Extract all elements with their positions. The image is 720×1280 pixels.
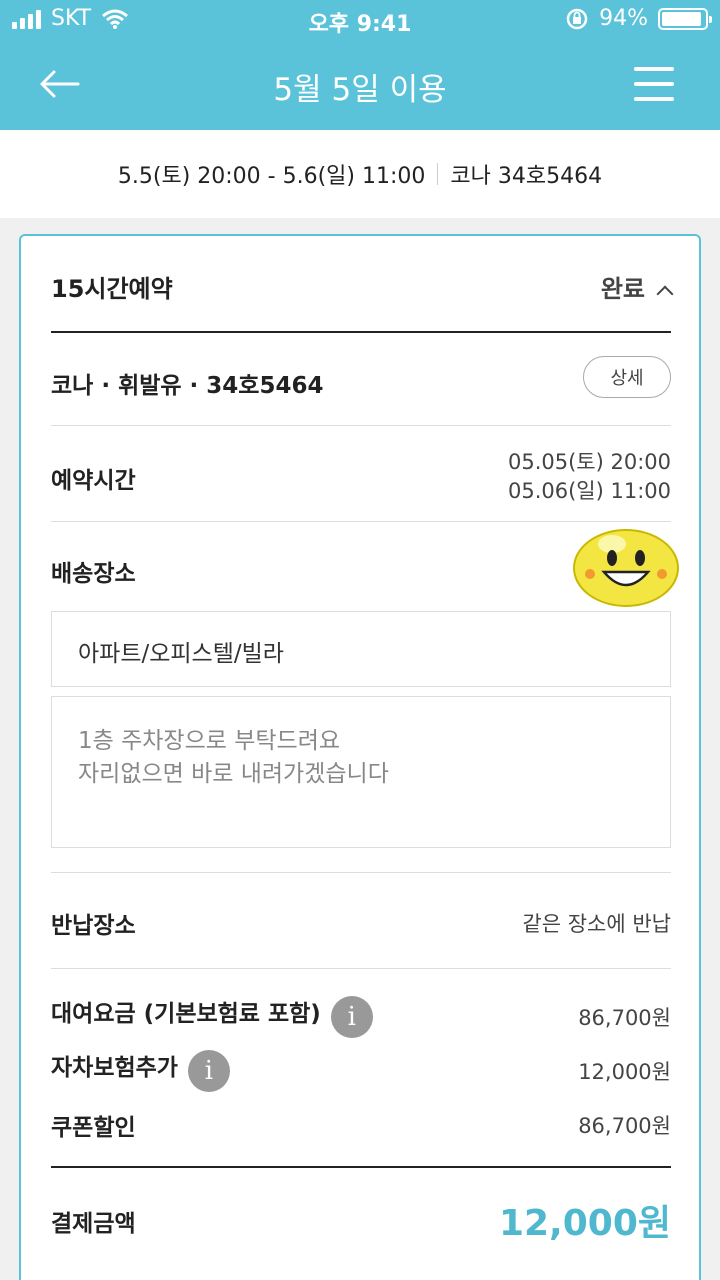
- reservation-title: 15시간예약: [51, 275, 173, 303]
- time-label: 예약시간: [51, 468, 136, 494]
- card-header[interactable]: 15시간예약 완료: [51, 269, 674, 304]
- reservation-time-row: 예약시간 05.05(토) 20:00 05.06(일) 11:00: [51, 450, 671, 503]
- battery-icon: [658, 7, 712, 30]
- delivery-type-field[interactable]: 아파트/오피스텔/빌라: [51, 611, 671, 687]
- insurance-row: 자차보험추가 i 12,000원: [51, 1048, 671, 1092]
- total-label: 결제금액: [51, 1211, 136, 1237]
- hamburger-menu-icon[interactable]: [634, 67, 674, 101]
- reservation-summary: 5.5(토) 20:00 - 5.6(일) 11:00 코나 34호5464: [0, 130, 720, 218]
- divider: [51, 872, 671, 873]
- page-title: 5월 5일 이용: [273, 72, 447, 108]
- info-icon[interactable]: i: [187, 1049, 230, 1092]
- time-end: 05.06(일) 11:00: [507, 479, 671, 503]
- return-label: 반납장소: [51, 913, 136, 939]
- car-info: 코나 · 휘발유 · 34호5464: [51, 373, 324, 399]
- summary-divider: [437, 163, 439, 185]
- time-start: 05.05(토) 20:00: [507, 450, 671, 474]
- info-icon[interactable]: i: [330, 995, 373, 1038]
- reservation-card: 15시간예약 완료 코나 · 휘발유 · 34호5464 상세 예약시간 05.…: [19, 234, 701, 1280]
- total-divider: [51, 1166, 671, 1168]
- divider: [51, 425, 671, 426]
- rental-fee-value: 86,700원: [578, 1006, 671, 1030]
- time-value: 05.05(토) 20:00 05.06(일) 11:00: [508, 448, 671, 506]
- memo-line-2: 자리없으면 바로 내려가겠습니다: [78, 761, 389, 787]
- detail-button[interactable]: 상세: [583, 356, 671, 398]
- total-row: 결제금액 12,000원: [51, 1203, 671, 1244]
- rental-fee-label: 대여요금 (기본보험료 포함): [51, 1001, 321, 1027]
- summary-car: 코나 34호5464: [450, 164, 603, 189]
- battery-percent: 94%: [599, 6, 648, 31]
- delivery-label: 배송장소: [51, 561, 136, 587]
- header-divider: [51, 331, 671, 333]
- memo-line-1: 1층 주차장으로 부탁드려요: [78, 728, 341, 754]
- rotation-lock-icon: [566, 8, 588, 29]
- coupon-label: 쿠폰할인: [51, 1115, 136, 1141]
- insurance-value: 12,000원: [578, 1060, 671, 1084]
- return-value: 같은 장소에 반납: [522, 912, 671, 936]
- status-toggle[interactable]: 완료: [600, 269, 674, 304]
- app-bar: 5월 5일 이용: [0, 40, 720, 130]
- delivery-memo-field[interactable]: 1층 주차장으로 부탁드려요 자리없으면 바로 내려가겠습니다: [51, 696, 671, 848]
- total-value: 12,000원: [498, 1203, 671, 1244]
- status-label: 완료: [600, 275, 645, 303]
- smiley-sticker-icon: [573, 529, 679, 607]
- status-right: 94%: [565, 6, 712, 31]
- rental-fee-row: 대여요금 (기본보험료 포함) i 86,700원: [51, 994, 671, 1038]
- status-bar: SKT 오후 9:41 94%: [0, 0, 720, 40]
- insurance-label: 자차보험추가: [51, 1055, 178, 1081]
- coupon-value: 86,700원: [578, 1114, 671, 1138]
- car-info-row: 코나 · 휘발유 · 34호5464 상세: [51, 356, 671, 400]
- summary-period: 5.5(토) 20:00 - 5.6(일) 11:00: [117, 164, 426, 189]
- divider: [51, 968, 671, 969]
- delivery-type: 아파트/오피스텔/빌라: [78, 641, 284, 667]
- return-row: 반납장소 같은 장소에 반납: [51, 906, 671, 940]
- coupon-row: 쿠폰할인 86,700원: [51, 1108, 671, 1142]
- chevron-up-icon: [656, 285, 674, 303]
